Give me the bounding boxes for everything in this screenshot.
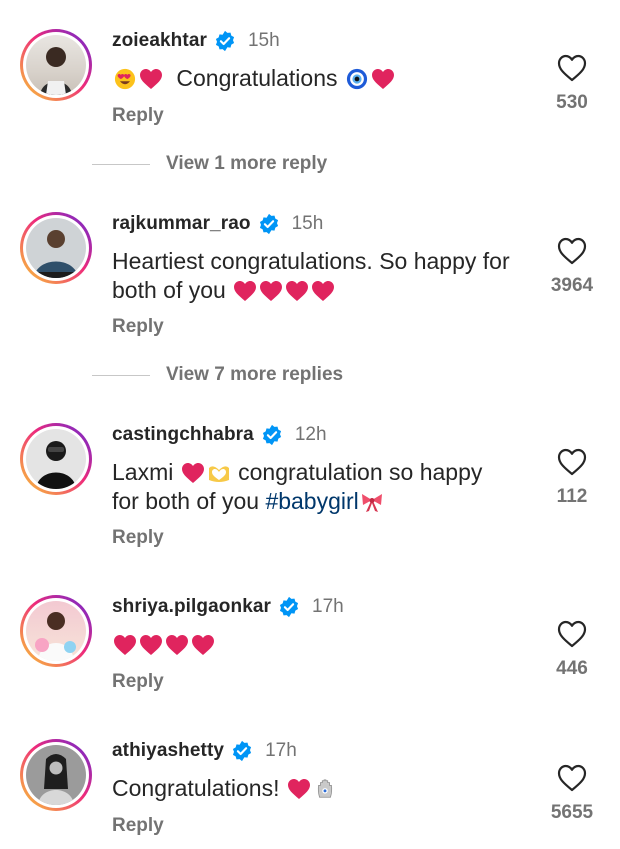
username[interactable]: zoieakhtar bbox=[112, 30, 207, 52]
timestamp: 15h bbox=[247, 30, 280, 51]
reply-button[interactable]: Reply bbox=[112, 671, 164, 693]
username[interactable]: rajkummar_rao bbox=[112, 213, 251, 235]
heart-outline-icon[interactable] bbox=[557, 237, 587, 265]
verified-badge-icon bbox=[261, 424, 283, 446]
username[interactable]: shriya.pilgaonkar bbox=[112, 596, 271, 618]
reply-button[interactable]: Reply bbox=[112, 105, 164, 127]
nazar-amulet-emoji bbox=[346, 68, 367, 90]
like-count: 530 bbox=[556, 92, 588, 113]
view-more-label: View 1 more reply bbox=[166, 153, 328, 174]
verified-badge-icon bbox=[231, 740, 253, 762]
like-count: 3964 bbox=[550, 275, 594, 296]
divider bbox=[92, 374, 150, 376]
reply-button[interactable]: Reply bbox=[112, 316, 164, 338]
comment-text: Congratulations bbox=[112, 64, 512, 93]
comment-text: Heartiest congratulations. So happy for … bbox=[112, 248, 510, 303]
timestamp: 17h bbox=[312, 596, 344, 617]
avatar[interactable] bbox=[20, 739, 92, 811]
verified-badge-icon bbox=[214, 30, 236, 52]
like-count: 112 bbox=[556, 486, 588, 507]
avatar[interactable] bbox=[20, 423, 92, 495]
red-heart-emoji bbox=[259, 280, 283, 302]
red-heart-emoji bbox=[139, 634, 163, 656]
heart-hands-emoji bbox=[208, 466, 229, 482]
like-count: 446 bbox=[556, 658, 588, 679]
comment-text: Congratulations! bbox=[112, 774, 512, 803]
red-heart-emoji bbox=[113, 634, 137, 656]
ribbon-emoji bbox=[361, 494, 382, 512]
red-heart-emoji bbox=[165, 634, 189, 656]
red-heart-emoji bbox=[139, 68, 163, 90]
divider bbox=[92, 163, 150, 165]
heart-eyes-emoji bbox=[114, 68, 136, 90]
comment-text bbox=[112, 630, 512, 659]
heart-outline-icon[interactable] bbox=[557, 620, 587, 648]
red-heart-emoji bbox=[191, 634, 215, 656]
red-heart-emoji bbox=[181, 462, 205, 484]
timestamp: 12h bbox=[294, 424, 327, 445]
comment-text: Laxmi congratulation so happy for both o… bbox=[112, 459, 483, 514]
hamsa-emoji bbox=[317, 779, 332, 798]
username[interactable]: castingchhabra bbox=[112, 424, 254, 446]
view-more-replies[interactable]: View 7 more replies bbox=[92, 364, 343, 386]
heart-outline-icon[interactable] bbox=[557, 54, 587, 82]
reply-button[interactable]: Reply bbox=[112, 527, 164, 549]
avatar[interactable] bbox=[20, 29, 92, 101]
heart-outline-icon[interactable] bbox=[557, 448, 587, 476]
red-heart-emoji bbox=[285, 280, 309, 302]
avatar[interactable] bbox=[20, 212, 92, 284]
red-heart-emoji bbox=[287, 778, 311, 800]
heart-outline-icon[interactable] bbox=[557, 764, 587, 792]
red-heart-emoji bbox=[311, 280, 335, 302]
view-more-label: View 7 more replies bbox=[166, 364, 344, 385]
avatar[interactable] bbox=[20, 595, 92, 667]
red-heart-emoji bbox=[371, 68, 395, 90]
view-more-replies[interactable]: View 1 more reply bbox=[92, 153, 327, 175]
verified-badge-icon bbox=[278, 596, 300, 618]
red-heart-emoji bbox=[233, 280, 257, 302]
timestamp: 17h bbox=[265, 740, 297, 761]
hashtag-link[interactable]: #babygirl bbox=[265, 488, 358, 514]
username[interactable]: athiyashetty bbox=[112, 740, 224, 762]
timestamp: 15h bbox=[291, 213, 324, 234]
verified-badge-icon bbox=[258, 213, 280, 235]
like-count: 5655 bbox=[550, 802, 594, 823]
reply-button[interactable]: Reply bbox=[112, 815, 164, 837]
